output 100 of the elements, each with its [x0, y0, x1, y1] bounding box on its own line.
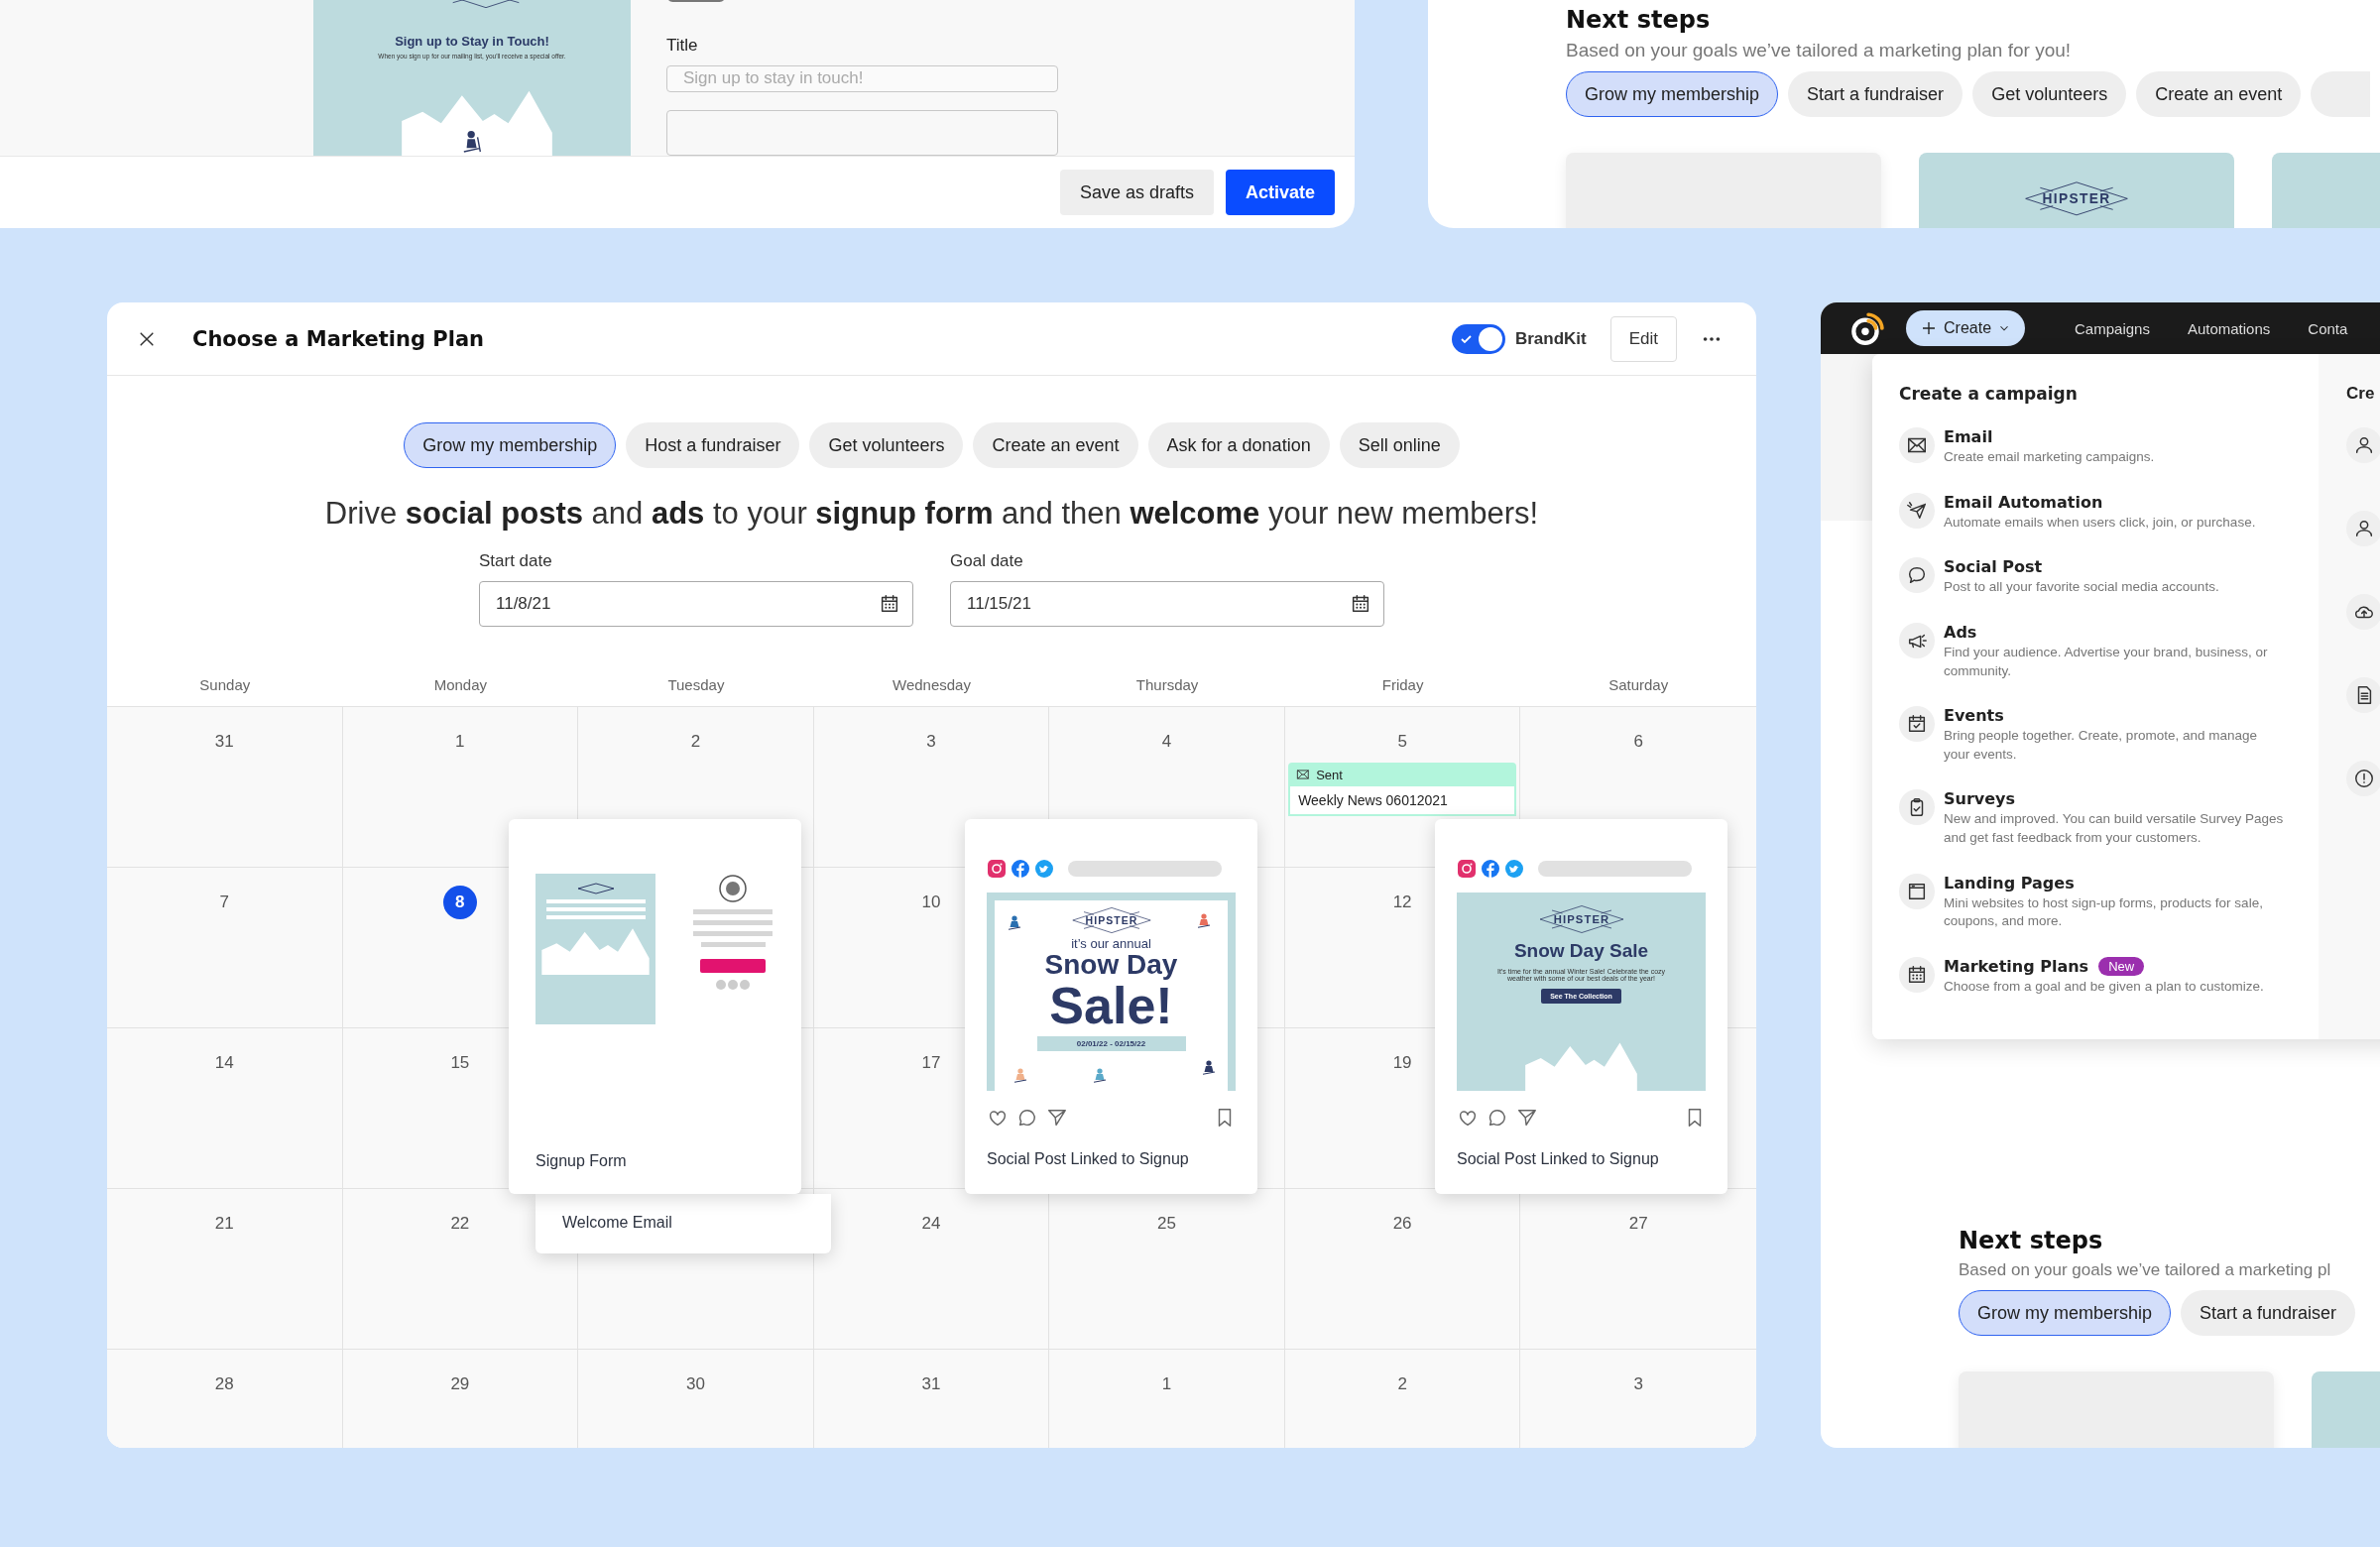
goal-chip[interactable]: Host a fundraiser	[626, 422, 800, 468]
nav-link[interactable]: Campaigns	[2075, 319, 2150, 337]
save-button[interactable]: Save as drafts	[1059, 170, 1214, 215]
menu-item-title: Ads	[1944, 622, 1977, 642]
edit-button[interactable]: Edit	[1609, 315, 1677, 362]
weekday-label: Saturday	[1607, 675, 1670, 693]
title-field[interactable]: Sign up to stay in touch!	[666, 64, 1058, 92]
calendar-icon	[879, 593, 900, 615]
day-number: 2	[1396, 1373, 1408, 1395]
button-drawing	[700, 959, 766, 973]
day-number: 22	[449, 1213, 471, 1235]
menu-item-description: Find your audience. Advertise your brand, business, or community.	[1944, 643, 2269, 680]
menu-item[interactable]: Landing Pages Mini websites to host sign-up forms, products for sale, coupons, and more.	[1899, 873, 2319, 931]
menu-item-description: Post to all your favorite social media accounts.	[1944, 578, 2220, 597]
logo-drawing	[575, 882, 616, 895]
section-title: Next steps	[1959, 1227, 2104, 1254]
content-card[interactable]: Welcome Email	[536, 1194, 831, 1253]
menu-heading: Create a campaign	[1899, 384, 2079, 404]
day-number: 28	[213, 1373, 235, 1395]
menu-item[interactable]	[2346, 594, 2380, 630]
image-title: Sale!	[1049, 979, 1173, 1033]
toggle-switch[interactable]	[1451, 323, 1505, 354]
goal-chip[interactable]: Start a fundraiser	[1788, 71, 1964, 117]
day-number: 30	[684, 1373, 706, 1395]
send-icon	[1516, 1107, 1538, 1129]
menu-item[interactable]: Surveys New and improved. You can build versatile Survey Pages and get fast feedback from your customers.	[1899, 789, 2319, 848]
text-field[interactable]	[666, 110, 1058, 156]
date-field[interactable]: 11/15/21	[950, 581, 1384, 627]
day-number: 17	[920, 1052, 942, 1074]
paper-plane-icon	[1906, 499, 1928, 522]
social-post-card[interactable]: HIPSTER it’s our annual Snow Day Sale! 02/01/22 - 02/15/22 Social Post Linked to Signup	[965, 819, 1257, 1194]
card-label: Signup Form	[535, 1152, 628, 1171]
day-number: 12	[1391, 892, 1413, 913]
goal-chip[interactable]: Get volunteers	[809, 422, 964, 468]
menu-item-description: Bring people together. Create, promote, and manage your events.	[1944, 727, 2258, 764]
goal-chip[interactable]: Get volunteers	[1972, 71, 2127, 117]
menu-item-title: Marketing Plans	[1944, 956, 2089, 976]
menu-item[interactable]: Email Create email marketing campaigns.	[1899, 427, 2319, 467]
status-label: Sent	[1316, 767, 1343, 782]
nav-link[interactable]: Automations	[2187, 319, 2271, 337]
goal-chip[interactable]: Start a fundraiser	[2181, 1290, 2356, 1336]
day-number: 2	[689, 731, 702, 753]
goal-chip[interactable]: Create an event	[2136, 71, 2302, 117]
day-number: 24	[920, 1213, 942, 1235]
content-card[interactable]: Signup Form	[509, 819, 801, 1194]
dots-drawing	[715, 979, 751, 991]
day-number: 4	[1160, 731, 1173, 753]
image-title: Snow Day Sale	[1513, 940, 1649, 962]
menu-item[interactable]	[2346, 511, 2380, 546]
menu-item-description: Automate emails when users click, join, or purchase.	[1944, 513, 2257, 532]
event-title[interactable]: Weekly News 06012021	[1288, 786, 1517, 816]
field-label: Title	[666, 35, 698, 56]
comment-icon	[1016, 1107, 1038, 1129]
facebook-icon	[1481, 859, 1500, 879]
goal-chip[interactable]: Grow my membership	[1959, 1290, 2172, 1336]
goal-chip[interactable]: Grow my membership	[1566, 71, 1779, 117]
section-subtitle: Based on your goals we’ve tailored a marketing plan for you!	[1566, 40, 2073, 61]
menu-item[interactable]: Ads Find your audience. Advertise your brand, business, or community.	[1899, 622, 2319, 681]
goal-chip[interactable]: Grow my membership	[404, 422, 617, 468]
section-title: Next steps	[1566, 6, 1712, 34]
menu-item[interactable]: Marketing Plans New Choose from a goal and be given a plan to customize.	[1899, 956, 2319, 997]
day-number: 3	[1632, 1373, 1644, 1395]
menu-item[interactable]	[2346, 427, 2380, 463]
badge-drawing	[718, 874, 748, 903]
headline: Drive social posts and ads to your signup form and then welcome your new members!	[323, 496, 1540, 532]
day-number: 25	[1156, 1213, 1177, 1235]
nav-link[interactable]: Conta	[2308, 319, 2348, 337]
activate-button[interactable]: Activate	[1225, 170, 1335, 215]
menu-item[interactable]	[2346, 761, 2380, 796]
day-number: 1	[454, 731, 466, 753]
image-text: it’s our annual	[1071, 936, 1151, 951]
goal-chip[interactable]: Create an event	[973, 422, 1138, 468]
person-icon	[2353, 434, 2375, 456]
day-number: 1	[1160, 1373, 1173, 1395]
day-number: 31	[920, 1373, 942, 1395]
menu-item-title: Email	[1944, 427, 1993, 446]
envelope-icon	[1296, 768, 1311, 781]
weekday-label: Thursday	[1134, 675, 1200, 693]
menu-item[interactable]: Email Automation Automate emails when users click, join, or purchase.	[1899, 492, 2319, 533]
create-button[interactable]: Create	[1906, 310, 2026, 346]
day-number: 19	[1391, 1052, 1413, 1074]
day-number: 5	[1396, 731, 1408, 753]
image-title: Snow Day	[1044, 951, 1178, 979]
menu-item-description: Mini websites to host sign-up forms, products for sale, coupons, and more.	[1944, 893, 2264, 931]
day-number: 7	[218, 892, 230, 913]
menu-item[interactable]	[2346, 677, 2380, 713]
menu-item[interactable]: Social Post Post to all your favorite social media accounts.	[1899, 557, 2319, 597]
weekday-label: Monday	[432, 675, 489, 693]
date-field[interactable]: 11/8/21	[479, 581, 913, 627]
goal-chip[interactable]: Ask for a donation	[1147, 422, 1330, 468]
alert-icon	[2353, 768, 2375, 789]
text-line-drawing	[700, 942, 766, 947]
field-label: Start date	[479, 551, 553, 571]
toggle-label: BrandKit	[1514, 328, 1587, 349]
card-label: Social Post Linked to Signup	[1457, 1150, 1660, 1169]
day-number: 31	[213, 731, 235, 753]
goal-chip[interactable]: Sell online	[1339, 422, 1460, 468]
menu-item[interactable]: Events Bring people together. Create, promote, and manage your events.	[1899, 706, 2319, 765]
menu-item-title: Email Automation	[1944, 492, 2103, 512]
calendar-icon	[1906, 963, 1928, 986]
